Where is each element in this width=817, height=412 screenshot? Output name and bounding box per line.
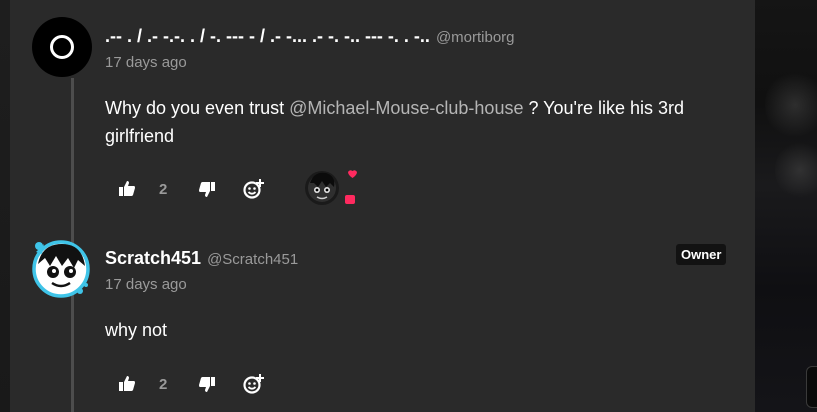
comment-header: .-- . / .- -.-. . / -. --- - / .- -... .…: [105, 26, 515, 47]
comment-timestamp: 17 days ago: [105, 276, 187, 293]
avatar[interactable]: [30, 236, 92, 298]
comment-header: Scratch451 @Scratch451: [105, 248, 298, 269]
background-figure: [775, 140, 817, 200]
thumbs-up-icon: [119, 181, 135, 196]
reaction-avatars[interactable]: [300, 167, 360, 211]
owner-badge: Owner: [676, 244, 727, 265]
comment-text: Why do you even trust: [105, 98, 290, 118]
heart-icon: [348, 170, 357, 178]
dislike-button[interactable]: [196, 178, 218, 200]
page-background-left: [0, 0, 10, 412]
page-background-right: [755, 0, 817, 412]
like-count: 2: [159, 375, 168, 393]
author-handle[interactable]: @mortiborg: [436, 29, 515, 46]
thumbs-down-icon: [199, 377, 216, 392]
like-button[interactable]: [116, 373, 138, 395]
comment-actions: 2: [116, 372, 265, 396]
like-count: 2: [159, 180, 168, 198]
cartoon-character-avatar-icon: [32, 240, 90, 298]
dislike-button[interactable]: [196, 373, 218, 395]
ring-avatar-icon: [50, 35, 74, 59]
user-mention-link[interactable]: @Michael-Mouse-club-house: [289, 98, 523, 118]
add-emoji-icon: [243, 179, 265, 199]
comment-timestamp: 17 days ago: [105, 54, 187, 71]
author-name[interactable]: Scratch451: [105, 248, 201, 269]
comment-body: why not: [105, 320, 168, 340]
add-emoji-icon: [243, 374, 265, 394]
like-button[interactable]: [116, 178, 138, 200]
comments-panel: .-- . / .- -.-. . / -. --- - / .- -... .…: [10, 0, 755, 412]
background-corner-element: [806, 366, 817, 408]
reactor-avatar-icon: [305, 170, 357, 205]
reaction-badge-icon: [345, 195, 355, 204]
comment-body: Why do you even trust @Michael-Mouse-clu…: [105, 94, 725, 150]
add-reaction-button[interactable]: [243, 178, 265, 200]
background-figure: [765, 70, 817, 140]
thumbs-up-icon: [119, 376, 135, 391]
comment-actions: 2: [116, 177, 265, 201]
author-name[interactable]: .-- . / .- -.-. . / -. --- - / .- -... .…: [105, 26, 430, 47]
thumbs-down-icon: [199, 182, 216, 197]
add-reaction-button[interactable]: [243, 373, 265, 395]
author-handle[interactable]: @Scratch451: [207, 251, 298, 268]
avatar[interactable]: [32, 17, 92, 77]
